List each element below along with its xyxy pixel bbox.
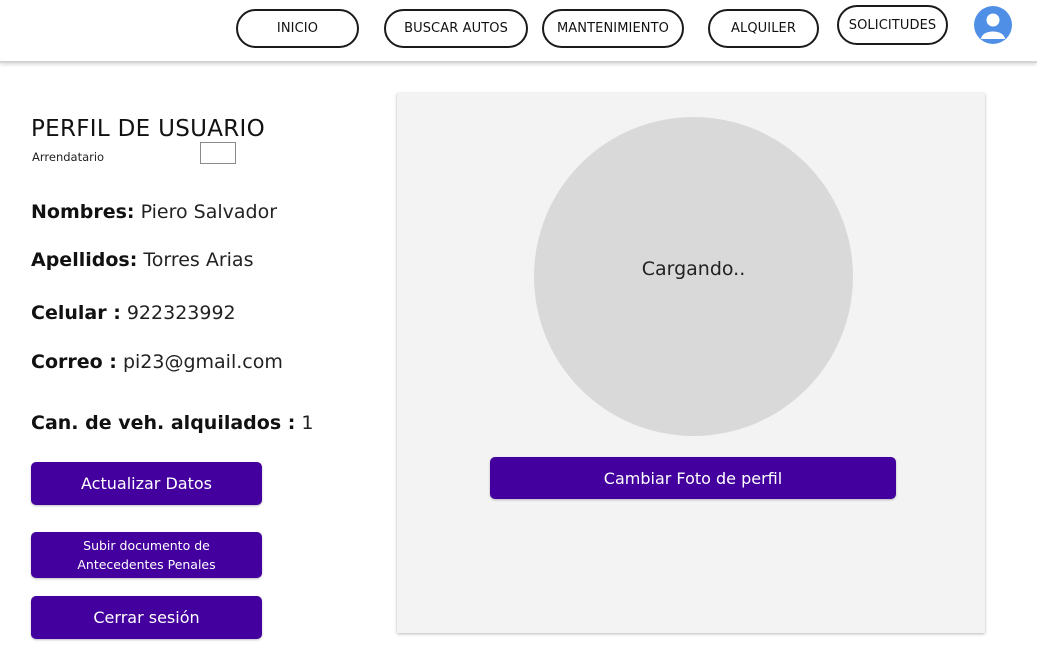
nav-solicitudes-button[interactable]: SOLICITUDES bbox=[837, 5, 948, 45]
field-correo-label: Correo : bbox=[31, 351, 117, 373]
role-checkbox[interactable] bbox=[200, 142, 236, 164]
field-correo-value: pi23@gmail.com bbox=[122, 351, 283, 373]
field-apellidos-label: Apellidos: bbox=[31, 249, 138, 271]
upload-button-line-2: Antecedentes Penales bbox=[77, 557, 216, 572]
update-data-button[interactable]: Actualizar Datos bbox=[31, 462, 262, 505]
user-avatar-icon[interactable] bbox=[974, 6, 1012, 44]
nav-buscar-autos-button[interactable]: BUSCAR AUTOS bbox=[384, 9, 528, 48]
upload-criminal-record-button[interactable]: Subir documento de Antecedentes Penales bbox=[31, 532, 262, 578]
field-vehiculos-value: 1 bbox=[301, 412, 314, 434]
field-vehiculos: Can. de veh. alquilados : 1 bbox=[31, 412, 313, 434]
user-silhouette-icon bbox=[981, 13, 1005, 39]
field-nombres: Nombres: Piero Salvador bbox=[31, 201, 277, 223]
loading-text: Cargando.. bbox=[641, 258, 746, 280]
field-celular-value: 922323992 bbox=[126, 302, 236, 324]
field-apellidos-value: Torres Arias bbox=[143, 249, 254, 271]
field-apellidos: Apellidos: Torres Arias bbox=[31, 249, 253, 271]
field-vehiculos-label: Can. de veh. alquilados : bbox=[31, 412, 296, 434]
change-photo-button[interactable]: Cambiar Foto de perfil bbox=[490, 457, 896, 499]
field-nombres-value: Piero Salvador bbox=[140, 201, 278, 223]
field-correo: Correo : pi23@gmail.com bbox=[31, 351, 283, 373]
nav-mantenimiento-button[interactable]: MANTENIMIENTO bbox=[542, 9, 684, 48]
logout-button[interactable]: Cerrar sesión bbox=[31, 596, 262, 639]
nav-alquiler-button[interactable]: ALQUILER bbox=[708, 9, 819, 48]
role-label: Arrendatario bbox=[32, 150, 105, 164]
field-celular: Celular : 922323992 bbox=[31, 302, 236, 324]
field-celular-label: Celular : bbox=[31, 302, 121, 324]
field-nombres-label: Nombres: bbox=[31, 201, 135, 223]
top-navbar: INICIO BUSCAR AUTOS MANTENIMIENTO ALQUIL… bbox=[0, 0, 1037, 63]
page-title: PERFIL DE USUARIO bbox=[31, 116, 266, 142]
nav-inicio-button[interactable]: INICIO bbox=[236, 9, 359, 48]
upload-button-line-1: Subir documento de bbox=[83, 538, 210, 553]
